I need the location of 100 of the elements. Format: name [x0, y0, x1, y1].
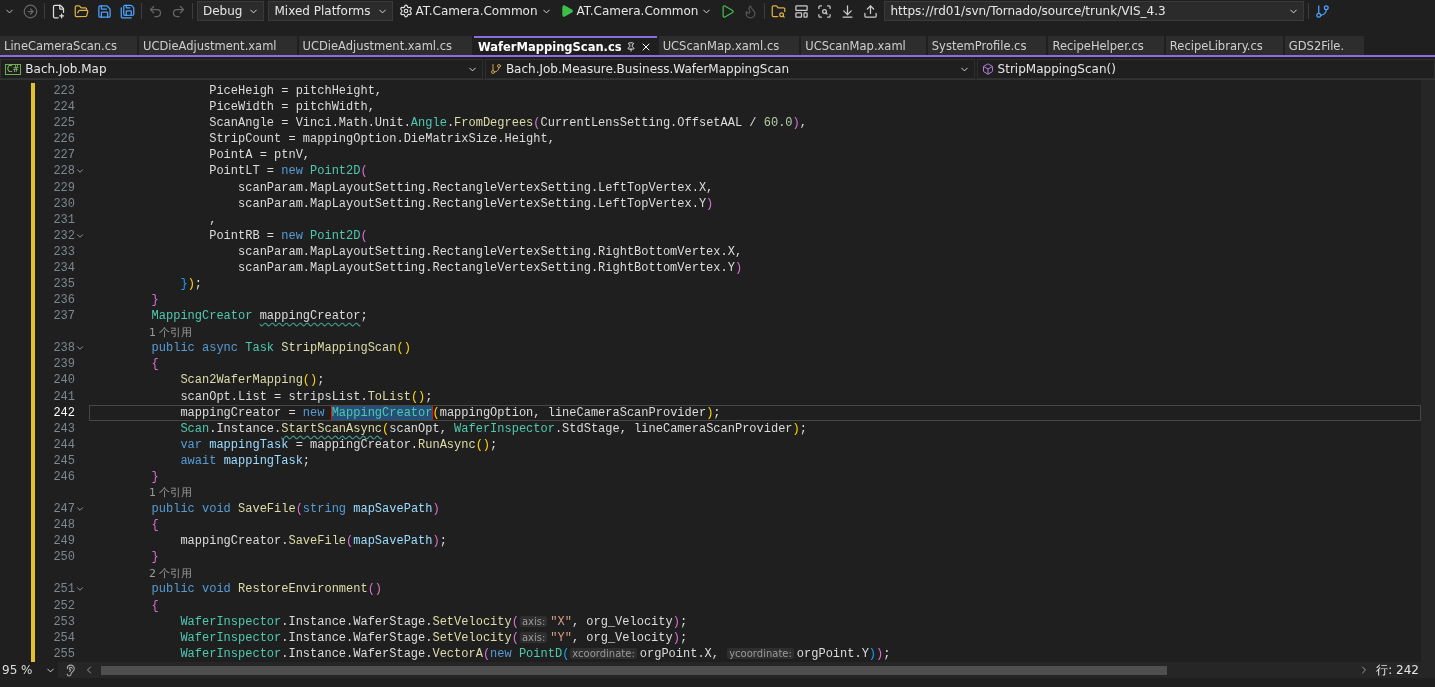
reference-count-link[interactable]: 1 个引用: [149, 485, 193, 501]
document-tab[interactable]: UCScanMap.xaml: [801, 36, 926, 55]
code-token: (): [367, 582, 383, 597]
code-token: ): [432, 502, 440, 517]
code-token: public async: [150, 341, 240, 356]
document-tab[interactable]: RecipeLibrary.cs: [1165, 36, 1283, 55]
code-token: ): [734, 260, 743, 275]
language-badge: C#: [5, 63, 22, 75]
code-token: 60.0: [763, 116, 793, 131]
line-number: 225: [52, 116, 75, 131]
document-tab[interactable]: RecipeHelper.cs: [1048, 36, 1164, 55]
code-token: (: [295, 502, 303, 517]
code-token: ): [706, 405, 714, 420]
code-token: new: [281, 228, 304, 243]
code-token: ;: [360, 309, 368, 324]
line-number: 230: [52, 196, 75, 211]
line-number: 246: [52, 469, 75, 484]
code-token: .Instance.: [209, 421, 282, 436]
code-token: (: [562, 646, 570, 661]
code-token: ;: [883, 646, 891, 661]
code-token: ;: [799, 421, 807, 436]
code-token: SetVelocity: [432, 614, 512, 629]
document-tab[interactable]: UCScanMap.xaml.cs: [658, 36, 800, 55]
reference-count-link[interactable]: 2 个引用: [149, 565, 193, 581]
document-tab[interactable]: GDS2File.: [1284, 36, 1365, 55]
code-token: WaferInspector: [179, 646, 282, 661]
start-button[interactable]: AT.Camera.Common: [557, 1, 715, 21]
parameter-hint: axis:: [519, 632, 548, 644]
line-number: 243: [52, 421, 75, 436]
line-number: 244: [52, 437, 75, 452]
startup-project-dropdown[interactable]: AT.Camera.Common: [396, 1, 554, 21]
code-token: (: [511, 614, 519, 629]
document-tab[interactable]: WaferMappingScan.cs: [474, 36, 657, 55]
code-token: CurrentLensSetting.OffsetAAL /: [540, 116, 758, 131]
document-tab[interactable]: UCDieAdjustment.xaml: [139, 36, 297, 55]
line-number: 239: [52, 357, 75, 372]
code-token: (): [396, 341, 411, 356]
code-token: (: [511, 630, 519, 645]
code-token: Point2D: [310, 228, 361, 243]
code-token: mapSavePath: [353, 502, 433, 517]
project-dropdown[interactable]: C# Bach.Job.Map: [0, 59, 483, 79]
code-token: }: [150, 469, 159, 484]
code-token: "Y": [550, 630, 572, 645]
code-token: {: [150, 518, 159, 533]
code-token: scanParam.MapLayoutSetting.RectangleVertexSetting.RightBottomVertex.X,: [237, 244, 743, 259]
code-token: (): [475, 437, 491, 452]
reference-count-link[interactable]: 1 个引用: [149, 324, 193, 340]
method-icon: [981, 63, 994, 75]
code-token: VectorA: [432, 646, 483, 661]
code-token: await: [179, 453, 218, 468]
code-token: ;: [439, 534, 447, 549]
line-number: 250: [52, 550, 75, 565]
line-number: 241: [52, 389, 75, 404]
zoom-dropdown[interactable]: 95 %: [0, 662, 58, 678]
configuration-dropdown[interactable]: Debug: [197, 1, 265, 21]
document-tab[interactable]: SystemProfile.cs: [927, 36, 1047, 55]
code-token: ;: [490, 437, 498, 452]
code-token: scanParam.MapLayoutSetting.RectangleVertexSetting.LeftTopVertex.Y: [237, 196, 707, 211]
line-number: 249: [52, 534, 75, 549]
code-token: (: [360, 228, 368, 243]
code-token: ): [432, 534, 440, 549]
code-token: WaferInspector: [179, 614, 282, 629]
code-token: (: [382, 421, 390, 436]
code-token: (: [360, 164, 368, 179]
line-number: 229: [52, 180, 75, 195]
line-number: 245: [52, 453, 75, 468]
code-token: , org_Velocity: [571, 614, 673, 629]
gear-icon: [398, 4, 413, 18]
code-token: new: [281, 164, 304, 179]
code-token: ;: [317, 373, 325, 388]
code-token: ): [792, 116, 800, 131]
code-token: RunAsync: [418, 437, 476, 452]
code-token: RestoreEnvironment: [238, 582, 368, 597]
line-number: 235: [52, 276, 75, 291]
document-tab[interactable]: UCDieAdjustment.xaml.cs: [298, 36, 473, 55]
selected-text: MappingCreator: [331, 405, 433, 420]
code-token: = mappingCreator.: [294, 437, 419, 452]
parameter-hint: ycoordinate:: [727, 648, 794, 660]
line-number: 234: [52, 260, 75, 275]
line-number: 223: [52, 84, 75, 99]
code-token: PointA = ptnV,: [208, 148, 311, 163]
line-number: 247: [52, 502, 75, 517]
source-url-field[interactable]: https://rd01/svn/Tornado/source/trunk/VIS_4.3: [884, 1, 1305, 21]
code-token: Scan: [179, 421, 210, 436]
code-token: ToList: [367, 389, 411, 404]
platform-dropdown[interactable]: Mixed Platforms: [268, 1, 393, 21]
pin-icon[interactable]: [625, 41, 636, 52]
code-token: ): [672, 630, 680, 645]
code-token: mappingCreator.: [179, 534, 289, 549]
code-token: public void: [150, 502, 232, 517]
code-token: }: [150, 550, 159, 565]
code-token: new: [490, 646, 513, 661]
type-dropdown[interactable]: Bach.Job.Measure.Business.WaferMappingScan: [484, 59, 975, 79]
line-number: 237: [52, 309, 75, 324]
line-number: 226: [52, 132, 75, 147]
code-token: mappingTask: [223, 453, 303, 468]
code-token: ): [876, 646, 884, 661]
member-dropdown[interactable]: StripMappingScan(): [976, 59, 1435, 79]
document-tab[interactable]: LineCameraScan.cs: [0, 36, 138, 55]
code-token: ): [706, 196, 714, 211]
